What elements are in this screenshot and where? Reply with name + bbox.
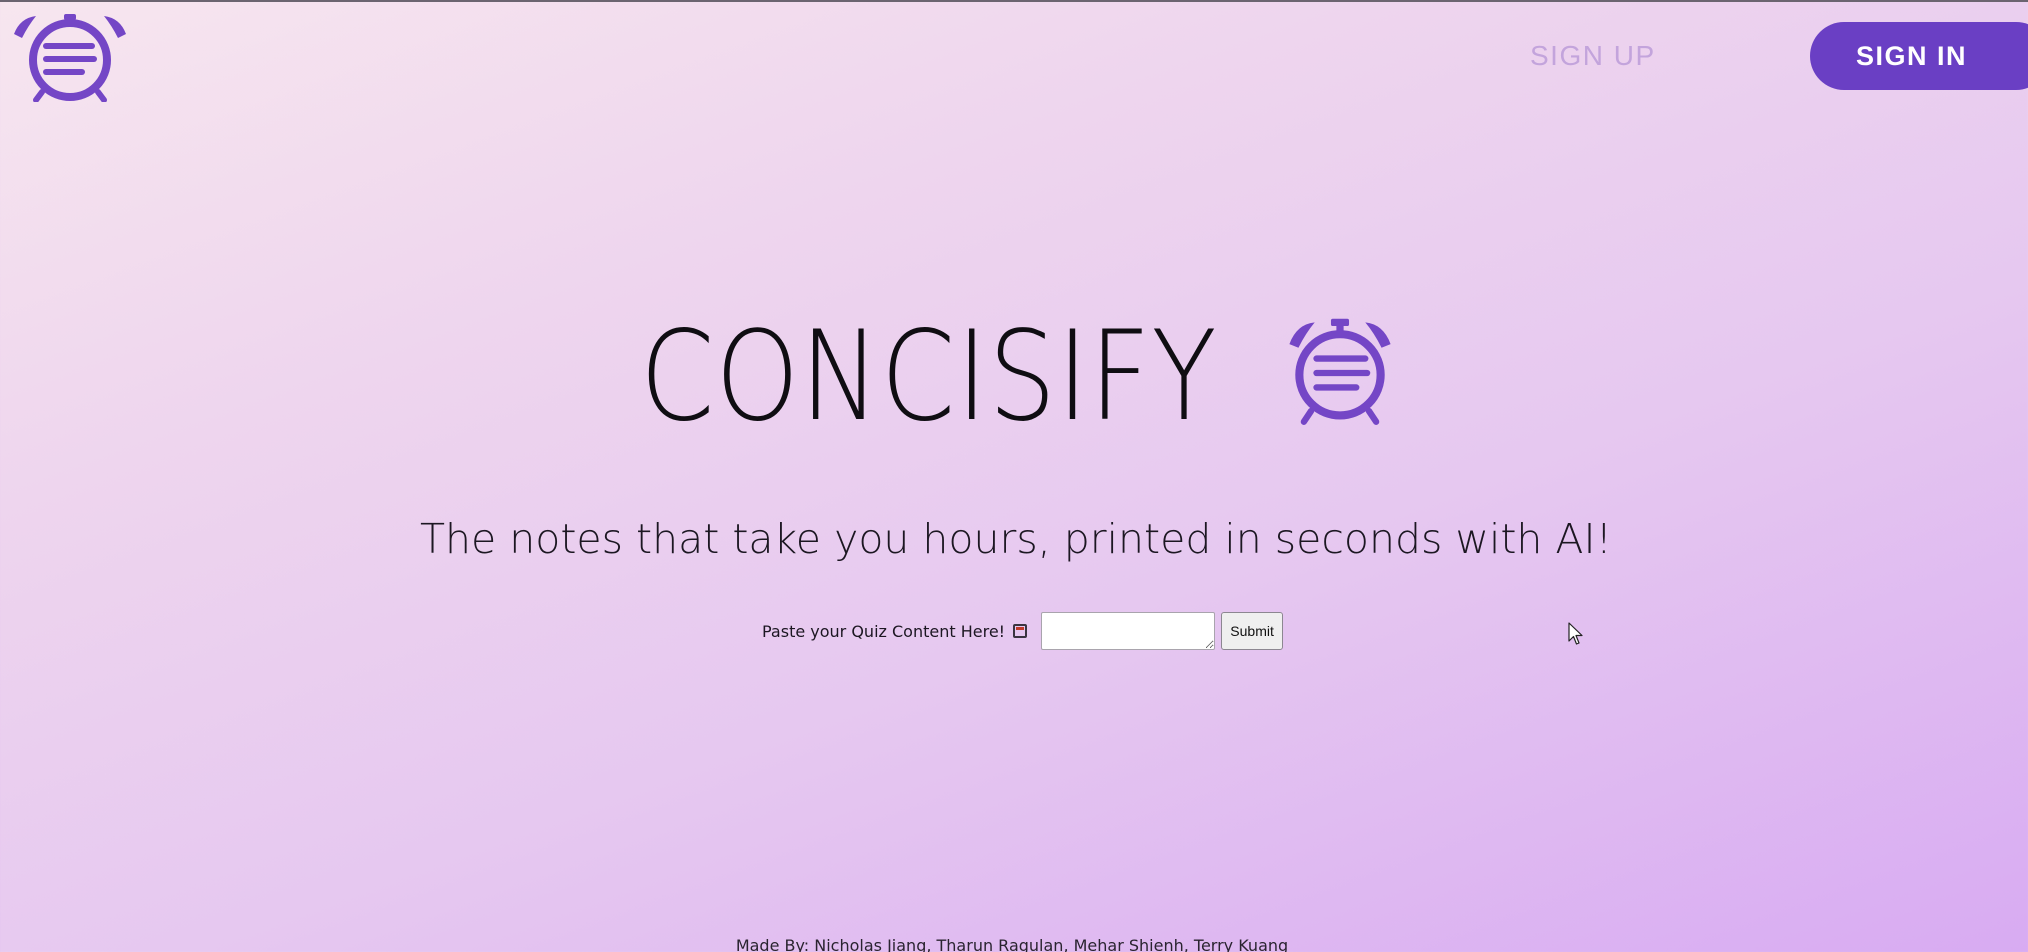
calendar-emoji-icon (1013, 624, 1028, 638)
quiz-form: Paste your Quiz Content Here! Submit (762, 611, 1284, 651)
hero: CONCISIFY (0, 305, 2028, 449)
alarm-clock-logo-icon[interactable] (8, 12, 132, 102)
quiz-content-input[interactable] (1041, 612, 1216, 650)
quiz-content-label: Paste your Quiz Content Here! (762, 621, 1006, 641)
alarm-clock-notes-icon (1289, 318, 1391, 425)
brand-title: CONCISIFY (640, 305, 1218, 449)
footer-credits: Made By: Nicholas Jiang, Tharun Ragulan,… (735, 936, 1289, 952)
tagline: The notes that take you hours, printed i… (419, 515, 1613, 563)
mouse-cursor-icon (1568, 622, 1583, 645)
signin-button[interactable]: SIGN IN (1810, 22, 2028, 90)
signup-link[interactable]: SIGN UP (1530, 40, 1656, 72)
submit-button[interactable]: Submit (1221, 612, 1284, 650)
